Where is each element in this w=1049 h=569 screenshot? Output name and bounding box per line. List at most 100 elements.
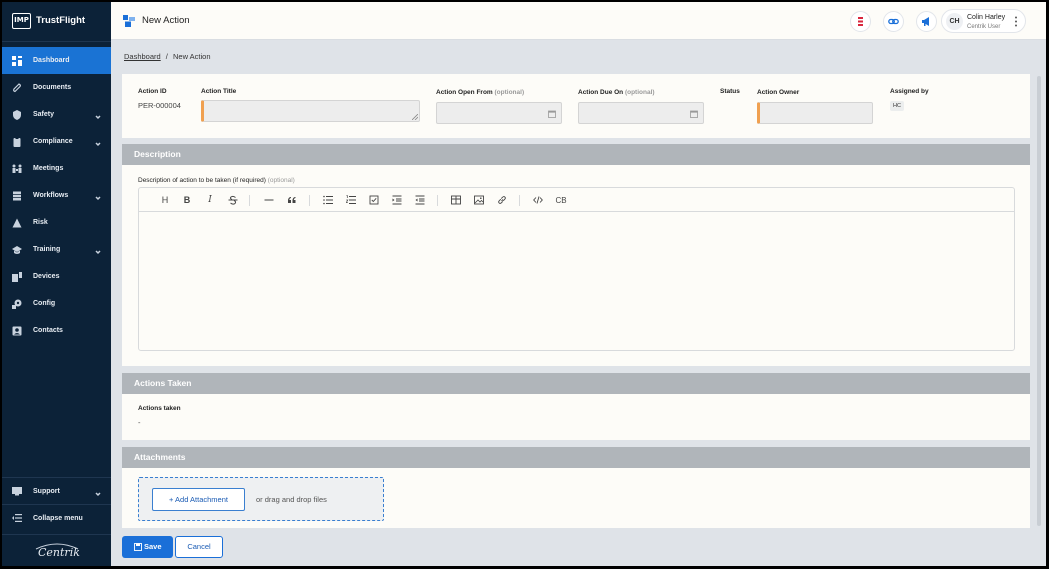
code-button[interactable] [531, 194, 545, 206]
action-title-input[interactable] [201, 100, 420, 122]
outdent-button[interactable] [413, 194, 427, 206]
sidebar-item-label: Support [33, 487, 60, 495]
collapse-icon [12, 513, 22, 523]
breadcrumb-current: New Action [172, 52, 211, 61]
breadcrumb-dashboard-link[interactable]: Dashboard [124, 52, 161, 61]
sidebar-item-label: Config [33, 300, 56, 307]
actions-taken-label: Actions taken [138, 405, 181, 412]
brand[interactable]: IMP TrustFlight [2, 2, 111, 42]
announcements-button[interactable] [916, 11, 937, 32]
link-icon [498, 196, 506, 204]
chevron-down-icon [95, 488, 101, 497]
outdent-icon [415, 195, 425, 205]
sidebar-item-label: Contacts [33, 327, 63, 334]
bold-button[interactable]: B [180, 194, 194, 206]
sidebar-item-documents[interactable]: Documents [2, 74, 111, 101]
risk-icon [12, 218, 22, 228]
image-icon [474, 195, 484, 205]
link-insert-button[interactable] [495, 194, 509, 206]
meetings-icon [12, 164, 22, 174]
indent-button[interactable] [390, 194, 404, 206]
devices-icon [12, 271, 22, 282]
toolbar-divider [309, 195, 310, 206]
sidebar-item-dashboard[interactable]: Dashboard [2, 47, 111, 74]
stack-button[interactable] [850, 11, 871, 32]
strikethrough-button[interactable] [226, 194, 240, 206]
resize-handle-icon[interactable] [412, 114, 418, 120]
sidebar-item-support[interactable]: Support [2, 477, 111, 504]
brand-logo: IMP [12, 13, 31, 29]
footer-bar [111, 528, 1046, 566]
calendar-icon[interactable] [548, 110, 556, 118]
action-details-card: Action ID PER-000004 Action Title Action… [122, 74, 1030, 138]
kebab-menu-icon[interactable] [1014, 15, 1018, 28]
save-label: Save [144, 542, 162, 551]
due-on-label: Action Due On (optional) [578, 89, 655, 96]
description-section-title: Description [122, 144, 1030, 165]
attachment-dropzone[interactable]: + Add Attachment or drag and drop files [138, 477, 384, 521]
action-owner-label: Action Owner [757, 89, 800, 96]
sidebar-item-label: Training [33, 246, 61, 253]
horizontal-rule-icon [264, 199, 274, 201]
sidebar-bottom: Support Collapse menu [2, 477, 111, 531]
toolbar-divider [519, 195, 520, 206]
page-scrollbar[interactable] [1037, 76, 1041, 526]
app-window: IMP TrustFlight Dashboard Documents Safe… [2, 2, 1046, 566]
dashboard-icon [12, 55, 22, 66]
rich-text-editor[interactable]: H B I CB [138, 187, 1015, 351]
bullet-list-button[interactable] [321, 194, 335, 206]
calendar-icon[interactable] [690, 110, 698, 118]
sidebar-item-label: Compliance [33, 138, 73, 145]
sidebar-item-label: Workflows [33, 192, 69, 199]
save-button[interactable]: Save [122, 536, 173, 558]
sidebar-item-training[interactable]: Training [2, 236, 111, 263]
horizontal-rule-button[interactable] [262, 194, 276, 206]
open-from-label: Action Open From (optional) [436, 89, 524, 96]
action-owner-input[interactable] [757, 102, 873, 124]
chevron-down-icon [95, 246, 101, 255]
sidebar-item-workflows[interactable]: Workflows [2, 182, 111, 209]
open-from-date-input[interactable] [436, 102, 562, 124]
ordered-list-button[interactable] [344, 194, 358, 206]
due-on-date-input[interactable] [578, 102, 704, 124]
toolbar-divider [437, 195, 438, 206]
layers-icon [12, 191, 22, 201]
code-block-button[interactable]: CB [554, 194, 568, 206]
assigned-by-label: Assigned by [890, 88, 929, 95]
sidebar-item-meetings[interactable]: Meetings [2, 155, 111, 182]
status-label: Status [720, 88, 740, 95]
action-page-icon [123, 15, 135, 27]
add-attachment-button[interactable]: + Add Attachment [152, 488, 245, 511]
sidebar-item-config[interactable]: Config [2, 290, 111, 317]
heading-button[interactable]: H [158, 194, 172, 206]
sidebar-item-compliance[interactable]: Compliance [2, 128, 111, 155]
sidebar-item-safety[interactable]: Safety [2, 101, 111, 128]
open-from-label-text: Action Open From [436, 89, 493, 96]
paperclip-icon [12, 82, 22, 93]
sidebar-item-devices[interactable]: Devices [2, 263, 111, 290]
cancel-button[interactable]: Cancel [175, 536, 223, 558]
config-icon [12, 299, 22, 309]
collapse-menu-button[interactable]: Collapse menu [2, 504, 111, 531]
user-menu[interactable]: CH Colin Harley Centrik User [941, 9, 1026, 33]
checklist-button[interactable] [367, 194, 381, 206]
quote-button[interactable] [285, 194, 299, 206]
save-icon [134, 543, 142, 551]
table-button[interactable] [449, 194, 463, 206]
action-id-label: Action ID [138, 88, 167, 95]
description-field-label: Description of action to be taken (if re… [138, 177, 295, 184]
chevron-down-icon [95, 138, 101, 147]
chevron-down-icon [95, 192, 101, 201]
centrik-text: Centrik [38, 546, 80, 559]
bullet-list-icon [323, 195, 333, 205]
contacts-icon [12, 326, 22, 336]
sidebar-item-contacts[interactable]: Contacts [2, 317, 111, 344]
due-on-label-text: Action Due On [578, 89, 624, 96]
link-button[interactable] [883, 11, 904, 32]
sidebar-item-risk[interactable]: Risk [2, 209, 111, 236]
collapse-menu-label: Collapse menu [33, 514, 83, 522]
image-button[interactable] [472, 194, 486, 206]
italic-button[interactable]: I [203, 194, 217, 206]
sidebar-item-label: Risk [33, 219, 48, 226]
megaphone-icon [922, 17, 929, 26]
